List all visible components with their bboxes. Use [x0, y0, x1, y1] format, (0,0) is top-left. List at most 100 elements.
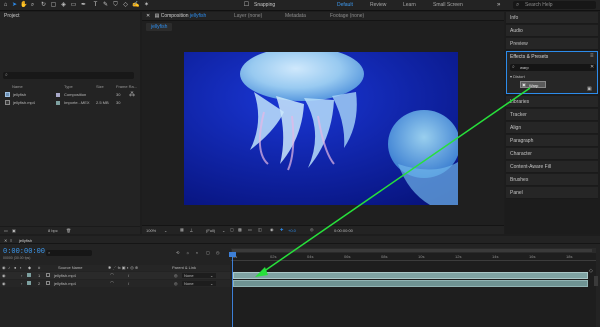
brush-tool-icon[interactable]: ✎ — [102, 2, 109, 9]
effects-category-distort[interactable]: ▾ Distort — [510, 74, 525, 79]
zoom-tool-icon[interactable]: ⌕ — [29, 2, 36, 9]
workspace-small-screen[interactable]: Small Screen — [433, 2, 463, 8]
resolution-dropdown[interactable]: (Full) — [206, 228, 215, 233]
draft-3d-icon[interactable]: ◫ — [258, 227, 262, 232]
zoom-dropdown[interactable]: 100% — [146, 228, 156, 233]
tab-composition[interactable]: ✕ ▤ Composition jellyfish — [146, 12, 206, 21]
eye-icon[interactable]: ◉ — [2, 273, 6, 278]
parent-dropdown[interactable]: None ⌄ — [182, 273, 216, 278]
composition-breadcrumb[interactable]: jellyfish — [146, 23, 173, 31]
timeline-tab[interactable]: jellyfish — [19, 238, 32, 243]
content-aware-fill-panel[interactable]: Content-Aware Fill — [506, 161, 598, 173]
zoom-icon[interactable]: ◇ — [589, 268, 593, 274]
tracker-panel[interactable]: Tracker — [506, 109, 598, 121]
project-search-input[interactable]: ⌕ — [3, 72, 134, 79]
expand-icon[interactable]: › — [21, 273, 22, 278]
table-row[interactable]: ◉ › 2 jellyfish.mp4 ⌒ / ◎ None ⌄ — [0, 280, 230, 287]
tab-layer[interactable]: Layer (none) — [234, 12, 262, 21]
mask-tool-icon[interactable]: ▭ — [70, 2, 77, 9]
clone-stamp-tool-icon[interactable]: ⛉ — [112, 2, 119, 9]
paragraph-panel[interactable]: Paragraph — [506, 135, 598, 147]
layer-bar[interactable] — [233, 280, 588, 287]
parent-dropdown[interactable]: None ⌄ — [182, 281, 216, 286]
work-area-bar[interactable] — [231, 248, 596, 253]
new-preset-icon[interactable]: ▣ — [587, 86, 592, 92]
layer-name[interactable]: jellyfish.mp4 — [54, 273, 76, 278]
layer-bar[interactable] — [233, 272, 588, 279]
lock-icon[interactable]: ▪ — [20, 265, 21, 270]
snapping-checkbox-icon[interactable]: ☐ — [243, 2, 250, 9]
layer-name[interactable]: jellyfish.mp4 — [54, 281, 76, 286]
character-panel[interactable]: Character — [506, 148, 598, 160]
flowchart-icon[interactable]: ⁂ — [129, 91, 135, 98]
playhead-handle[interactable] — [229, 252, 236, 257]
eye-icon[interactable]: ◉ — [2, 265, 6, 270]
audio-icon[interactable]: ♪ — [8, 265, 10, 270]
timeline-timecode[interactable]: 0:00:00:00 — [3, 248, 45, 256]
column-type[interactable]: Type — [64, 84, 73, 89]
align-panel[interactable]: Align — [506, 122, 598, 134]
ruler-icon[interactable]: ⟂ — [190, 227, 193, 232]
label-color-swatch[interactable] — [27, 281, 31, 285]
mask-visibility-icon[interactable]: ▭ — [248, 227, 252, 232]
composition-viewer[interactable] — [184, 52, 458, 205]
switches-icon[interactable]: ✱ ⋰ fx ▣ ◐ ◎ ⊕ — [108, 265, 138, 270]
pen-tool-icon[interactable]: ✒ — [80, 2, 87, 9]
close-icon[interactable]: ✕ — [146, 13, 150, 19]
camera-tool-icon[interactable]: ▢ — [50, 2, 57, 9]
region-of-interest-icon[interactable]: ▢ — [230, 227, 234, 232]
label-icon[interactable]: ◆ — [28, 265, 31, 270]
shy-switch-icon[interactable]: ⌒ — [110, 273, 114, 279]
roto-brush-tool-icon[interactable]: ✍ — [132, 2, 139, 9]
quality-switch-icon[interactable]: / — [128, 273, 129, 278]
tab-metadata[interactable]: Metadata — [285, 12, 306, 21]
quality-switch-icon[interactable]: / — [128, 281, 129, 286]
draft-icon[interactable]: ☼ — [186, 250, 190, 255]
table-row[interactable]: ◉ › 1 jellyfish.mp4 ⌒ / ◎ None ⌄ — [0, 272, 230, 279]
playhead[interactable] — [232, 253, 233, 327]
puppet-tool-icon[interactable]: ✶ — [143, 2, 150, 9]
snapshot-icon[interactable]: ◎ — [310, 227, 314, 232]
delete-icon[interactable]: 🗑 — [66, 228, 71, 233]
column-frame-rate[interactable]: Frame Ra... — [116, 84, 137, 89]
grid-icon[interactable]: ▦ — [180, 227, 184, 232]
label-color-swatch[interactable] — [27, 273, 31, 277]
preview-panel[interactable]: Preview — [506, 38, 598, 50]
show-channel-icon[interactable]: ✚ — [280, 227, 283, 232]
column-source-name[interactable]: Source Name — [58, 265, 82, 270]
pan-behind-tool-icon[interactable]: ◈ — [60, 2, 67, 9]
workspaces-menu-icon[interactable]: » — [497, 2, 500, 8]
comp-switch-icon[interactable]: ⟲ — [176, 250, 179, 255]
clear-search-icon[interactable]: ✕ — [590, 64, 594, 70]
panel-menu-icon[interactable]: ≡ — [590, 53, 594, 59]
home-icon[interactable]: ⌂ — [2, 2, 9, 9]
work-area-range[interactable] — [232, 249, 592, 252]
column-parent-link[interactable]: Parent & Link — [172, 265, 196, 270]
scrollbar[interactable] — [594, 276, 598, 286]
new-folder-icon[interactable]: ▭ — [4, 228, 8, 233]
plus-minus-exposure-icon[interactable]: +0.0 — [288, 228, 296, 233]
selection-tool-icon[interactable]: ➤ — [11, 2, 18, 9]
transparency-grid-icon[interactable]: ▩ — [238, 227, 242, 232]
pickwhip-icon[interactable]: ◎ — [174, 273, 178, 278]
new-comp-icon[interactable]: ▣ — [12, 228, 16, 233]
workspace-review[interactable]: Review — [370, 2, 386, 8]
project-item[interactable]: jellyfish.mp4 Importe...MEX 2.5 MB 30 — [0, 99, 140, 107]
effects-search-input[interactable]: ⌕ warp ✕ — [510, 64, 596, 71]
workspace-default[interactable]: Default — [337, 2, 353, 8]
motion-blur-icon[interactable]: ◐ — [196, 250, 198, 255]
expand-icon[interactable]: › — [21, 281, 22, 286]
effect-item-warp[interactable]: ▣ Warp — [520, 81, 546, 88]
bit-depth-label[interactable]: 8 bpc — [48, 228, 58, 233]
libraries-panel[interactable]: Libraries — [506, 96, 598, 108]
workspace-learn[interactable]: Learn — [403, 2, 416, 8]
close-icon[interactable]: ✕ — [4, 238, 7, 243]
text-tool-icon[interactable]: T — [92, 2, 99, 9]
pickwhip-icon[interactable]: ◎ — [174, 281, 178, 286]
eraser-tool-icon[interactable]: ◇ — [122, 2, 129, 9]
timeline-search-input[interactable]: ⌕ — [46, 250, 92, 256]
eye-icon[interactable]: ◉ — [2, 281, 6, 286]
rotate-tool-icon[interactable]: ↻ — [40, 2, 47, 9]
graph-editor-icon[interactable]: ▢ — [206, 250, 210, 255]
menu-icon[interactable]: ≡ — [10, 238, 12, 243]
